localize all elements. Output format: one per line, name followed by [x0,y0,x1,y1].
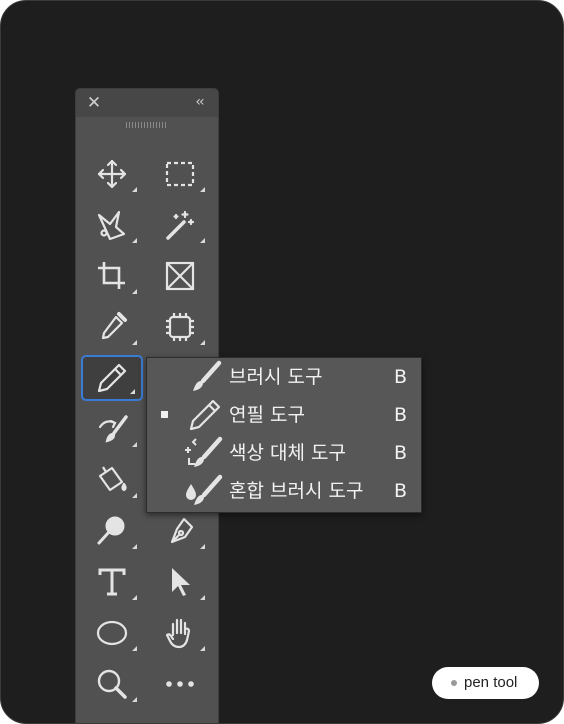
hand-icon [165,618,191,649]
arrow-icon [172,568,190,596]
hand-tool-button[interactable] [149,610,211,656]
color-replacement-icon [185,436,223,467]
history-brush-icon [98,415,128,443]
submenu-indicator [200,595,205,600]
marquee-icon [165,161,195,187]
app-frame: ✕ ‹‹ 브러시 도구 B 연필 도구 B 색상 대체 도구 B 혼합 브러시 … [0,0,564,724]
zoom-tool-button[interactable] [81,661,143,707]
close-icon[interactable]: ✕ [86,94,102,112]
eyedropper-icon [101,312,127,340]
submenu-indicator [132,289,137,294]
submenu-indicator [132,493,137,498]
submenu-indicator [132,442,137,447]
pencil-icon [189,399,221,431]
eyedropper-tool-button[interactable] [81,304,143,350]
menu-item-brush-tool[interactable]: 브러시 도구 B [147,358,421,396]
submenu-indicator [132,238,137,243]
marquee-tool-button[interactable] [149,151,211,197]
submenu-indicator [132,544,137,549]
crop-icon [98,262,125,289]
selected-indicator [161,411,168,418]
menu-item-shortcut: B [393,442,407,464]
move-icon [97,159,127,189]
frame-icon [165,261,195,291]
submenu-indicator [130,389,135,394]
type-tool-button[interactable] [81,559,143,605]
magic-wand-tool-button[interactable] [149,202,211,248]
menu-item-shortcut: B [393,366,407,388]
healing-icon [166,313,194,341]
submenu-indicator [132,595,137,600]
path-selection-tool-button[interactable] [149,559,211,605]
crop-tool-button[interactable] [81,253,143,299]
menu-item-label: 연필 도구 [229,404,305,426]
submenu-indicator [200,544,205,549]
pen-icon [170,517,194,544]
pencil-icon [97,363,127,393]
polygonal-lasso-icon [97,210,126,241]
healing-tool-button[interactable] [149,304,211,350]
submenu-indicator [132,697,137,702]
history-brush-tool-button[interactable] [81,406,143,452]
brush-tools-flyout-menu: 브러시 도구 B 연필 도구 B 색상 대체 도구 B 혼합 브러시 도구 B [146,357,422,513]
move-tool-button[interactable] [81,151,143,197]
submenu-indicator [200,340,205,345]
pen-tool-button[interactable] [149,508,211,554]
more-icon [166,681,194,687]
menu-item-shortcut: B [393,480,407,502]
submenu-indicator [132,187,137,192]
submenu-indicator [132,340,137,345]
menu-item-mixer-brush-tool[interactable]: 혼합 브러시 도구 B [147,472,421,510]
type-icon [98,568,126,596]
submenu-indicator [200,187,205,192]
ellipse-tool-button[interactable] [81,610,143,656]
dodge-tool-button[interactable] [81,508,143,554]
mixer-brush-icon [186,474,223,505]
lasso-tool-button[interactable] [81,202,143,248]
dodge-icon [97,516,125,545]
tooltip-dot [451,680,457,686]
menu-item-label: 혼합 브러시 도구 [229,480,364,502]
pencil-tool-button[interactable] [81,355,143,401]
menu-item-label: 브러시 도구 [229,366,323,388]
tools-panel-header: ✕ ‹‹ [76,89,218,117]
ellipse-icon [96,620,128,646]
menu-item-label: 색상 대체 도구 [229,442,346,464]
menu-item-pencil-tool[interactable]: 연필 도구 B [147,396,421,434]
submenu-indicator [200,646,205,651]
menu-item-shortcut: B [393,404,407,426]
submenu-indicator [132,646,137,651]
menu-item-color-replacement-tool[interactable]: 색상 대체 도구 B [147,434,421,472]
zoom-icon [97,669,127,699]
tool-name-tooltip: pen tool [432,667,539,699]
paint-bucket-icon [98,466,127,492]
brush-icon [193,360,222,391]
tooltip-text: pen tool [464,674,518,691]
panel-grip[interactable] [126,122,166,128]
collapse-chevrons-icon[interactable]: ‹‹ [190,93,208,111]
more-tools-button[interactable] [149,661,211,707]
submenu-indicator [200,238,205,243]
paint-bucket-tool-button[interactable] [81,457,143,503]
frame-tool-button[interactable] [149,253,211,299]
magic-wand-icon [166,210,195,240]
